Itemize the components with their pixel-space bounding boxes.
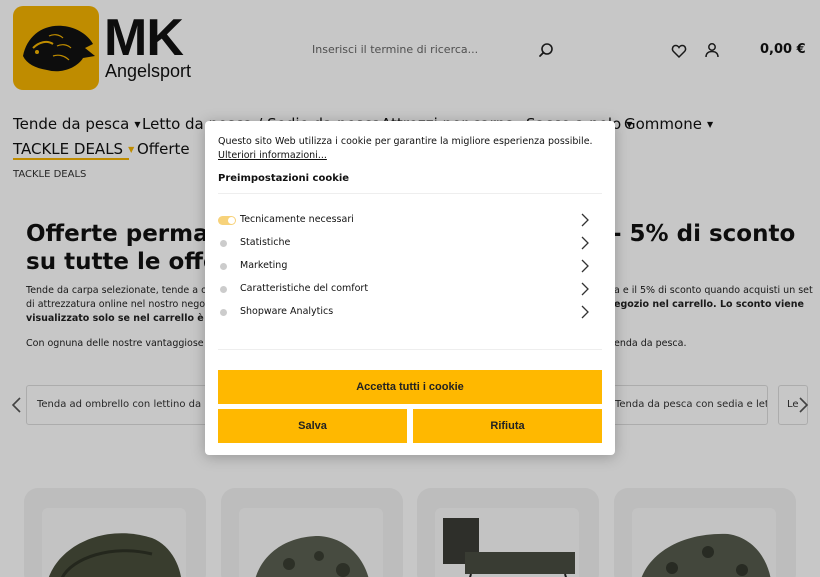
chevron-right-icon[interactable]	[580, 213, 590, 227]
cookie-category-label: Tecnicamente necessari	[240, 214, 354, 225]
cookie-row-technical[interactable]: Tecnicamente necessari	[218, 211, 602, 231]
cookie-row-marketing[interactable]: Marketing	[218, 257, 602, 277]
toggle-switch[interactable]	[218, 216, 236, 225]
chevron-right-icon[interactable]	[580, 236, 590, 250]
cookie-category-label: Marketing	[240, 260, 288, 271]
toggle-switch[interactable]	[220, 309, 227, 316]
cookie-category-label: Shopware Analytics	[240, 306, 334, 317]
accept-all-button[interactable]: Accetta tutti i cookie	[218, 370, 602, 404]
cookie-intro: Questo sito Web utilizza i cookie per ga…	[218, 136, 593, 147]
cookie-row-statistics[interactable]: Statistiche	[218, 234, 602, 254]
cookie-category-label: Statistiche	[240, 237, 291, 248]
chevron-right-icon[interactable]	[580, 259, 590, 273]
cookie-category-label: Caratteristiche del comfort	[240, 283, 369, 294]
chevron-right-icon[interactable]	[580, 305, 590, 319]
cookie-settings-heading: Preimpostazioni cookie	[218, 173, 350, 184]
save-button[interactable]: Salva	[218, 409, 407, 443]
divider	[218, 349, 602, 350]
toggle-switch[interactable]	[220, 240, 227, 247]
more-info-link[interactable]: Ulteriori informazioni...	[218, 150, 327, 161]
toggle-switch[interactable]	[220, 286, 227, 293]
divider	[218, 193, 602, 194]
toggle-switch[interactable]	[220, 263, 227, 270]
reject-button[interactable]: Rifiuta	[413, 409, 602, 443]
cookie-row-comfort[interactable]: Caratteristiche del comfort	[218, 280, 602, 300]
cookie-consent-modal: Questo sito Web utilizza i cookie per ga…	[205, 121, 615, 455]
chevron-right-icon[interactable]	[580, 282, 590, 296]
cookie-row-analytics[interactable]: Shopware Analytics	[218, 303, 602, 323]
cookie-intro-text: Questo sito Web utilizza i cookie per ga…	[218, 135, 602, 163]
